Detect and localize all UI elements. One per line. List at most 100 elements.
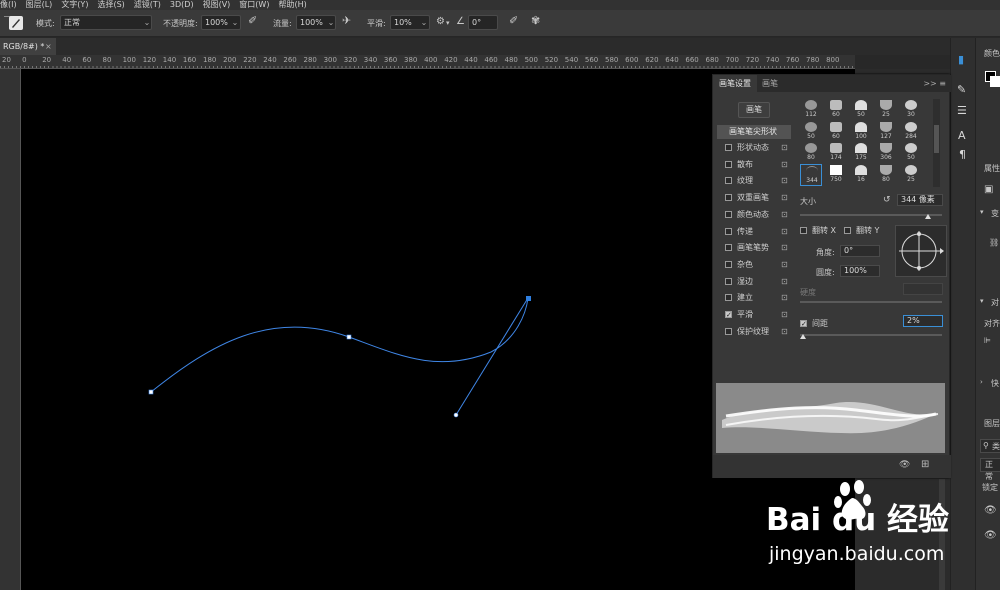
brush-tip-cell[interactable]: 30 [900,99,922,121]
checkbox[interactable] [725,244,732,252]
character-icon[interactable]: A [958,129,966,142]
checkbox[interactable] [725,227,732,235]
brush-tip-cell[interactable]: 112 [800,99,822,121]
chevron-down-icon[interactable]: ⌄ [230,15,240,30]
brush-option-item[interactable]: 散布 ⊡ [725,158,795,171]
spacing-slider[interactable] [800,334,942,336]
checkbox[interactable] [725,327,732,335]
checkbox[interactable] [800,227,807,234]
lock-icon[interactable]: ⊡ [781,191,788,204]
checkbox[interactable] [725,277,732,285]
new-brush-icon[interactable]: ⊞ [921,459,929,470]
align-left-icon[interactable]: ⊫ [984,336,991,345]
chevron-right-icon[interactable]: › [980,378,983,386]
create-brush-visibility-icon[interactable]: 👁 [899,460,910,470]
brush-tip-cell[interactable]: 50 [850,99,872,121]
anchor-point[interactable] [148,389,154,395]
sliders-icon[interactable]: ☰ [957,104,967,117]
brush-tip-cell[interactable]: 25 [875,99,897,121]
background-color-swatch[interactable] [990,76,1000,87]
brush-tip-cell[interactable]: 100 [850,121,872,143]
pressure-size-icon[interactable]: ✐ [509,13,518,28]
scroll-thumb[interactable] [934,125,939,153]
tab-brushes[interactable]: 画笔 [762,75,778,92]
lock-icon[interactable]: ⊡ [781,141,788,154]
menu-item[interactable]: 文字(Y) [61,0,88,10]
brush-grid-scrollbar[interactable] [933,99,940,187]
checkbox[interactable] [725,160,732,168]
curve-segment[interactable] [150,297,529,393]
pressure-opacity-icon[interactable]: ✐ [248,13,257,28]
brush-tip-cell[interactable]: 80 [875,164,897,186]
brush-angle-input[interactable]: 0° [840,245,880,257]
lock-icon[interactable]: ⊡ [781,225,788,238]
brush-tip-shape-item[interactable]: 画笔笔尖形状 [717,125,791,139]
hardness-slider[interactable] [800,301,942,303]
reset-icon[interactable]: ↺ [883,195,891,205]
brush-tip-cell[interactable]: 60 [825,99,847,121]
angle-roundness-widget[interactable] [895,225,947,277]
brush-tip-cell[interactable]: 25 [900,164,922,186]
flip-x-checkbox[interactable]: 翻转 X [800,224,850,237]
brush-option-item[interactable]: 湿边 ⊡ [725,275,795,288]
brush-tip-cell[interactable]: 306 [875,142,897,164]
size-slider-knob[interactable] [924,214,931,219]
menu-item[interactable]: 帮助(H) [278,0,306,10]
chevron-down-icon[interactable]: ⌄ [326,15,336,30]
lock-icon[interactable]: ⊡ [781,174,788,187]
eye-icon[interactable]: 👁 [984,505,997,516]
checkbox[interactable] [725,177,732,185]
lock-icon[interactable]: ⊡ [781,258,788,271]
checkbox[interactable] [725,260,732,268]
properties-panel-title[interactable]: 属性 [984,163,1000,174]
layer-filter-field[interactable]: ⚲ 类 [980,439,1000,453]
angle-input[interactable]: 0° [468,15,498,30]
lock-icon[interactable]: ⊡ [781,308,788,321]
brush-settings-icon[interactable]: ✎ [957,83,966,96]
brush-tip-cell[interactable]: 16 [850,164,872,186]
spacing-slider-knob[interactable] [799,334,806,339]
lock-icon[interactable]: ⊡ [781,208,788,221]
chevron-down-icon[interactable]: ▾ [446,16,450,31]
menu-item[interactable]: 窗口(W) [239,0,269,10]
brush-option-item[interactable]: 保护纹理 ⊡ [725,325,795,338]
chevron-down-icon[interactable]: ⌄ [142,15,152,30]
flip-y-checkbox[interactable]: 翻转 Y [844,224,894,237]
direction-handle-point[interactable] [453,412,459,418]
menu-item[interactable]: 视图(V) [203,0,231,10]
brush-tip-cell[interactable]: 284 [900,121,922,143]
checkbox[interactable] [725,210,732,218]
lock-icon[interactable]: ⊡ [781,291,788,304]
lock-icon[interactable]: ⊡ [781,275,788,288]
menu-item[interactable]: 图层(L) [26,0,53,10]
selected-anchor-point[interactable] [526,296,531,301]
blend-mode-select[interactable]: 正常 [980,458,1000,481]
lock-icon[interactable]: ⊡ [781,158,788,171]
checkbox[interactable] [725,309,732,322]
eye-icon[interactable]: 👁 [984,530,997,541]
checkbox[interactable] [725,144,732,151]
paragraph-icon[interactable]: ¶ [959,148,966,161]
chevron-down-icon[interactable]: ▾ [980,208,984,216]
brush-option-item[interactable]: 传递 ⊡ [725,225,795,238]
menu-item[interactable]: 3D(D) [170,0,194,10]
mode-select[interactable]: 正常 [60,15,152,30]
spacing-checkbox[interactable]: 间距 [800,317,840,331]
menu-item[interactable]: 滤镜(T) [134,0,161,10]
brush-tip-cell[interactable]: 60 [825,121,847,143]
brush-option-item[interactable]: 建立 ⊡ [725,291,795,304]
brush-option-item[interactable]: 平滑 ⊡ [725,308,795,322]
brush-option-item[interactable]: 画笔笔势 ⊡ [725,241,795,254]
chevron-down-icon[interactable]: ⌄ [419,15,429,30]
brush-tip-cell[interactable]: 50 [900,142,922,164]
hardness-input[interactable] [903,283,943,295]
link-icon[interactable]: ⛓ [989,238,999,247]
checkbox[interactable] [725,194,732,202]
chevron-down-icon[interactable]: ▾ [980,297,984,305]
panel-dock-icon[interactable]: ▮ [958,53,964,66]
brush-option-item[interactable]: 双重画笔 ⊡ [725,191,795,204]
close-icon[interactable]: × [45,38,52,55]
brush-option-item[interactable]: 杂色 ⊡ [725,258,795,271]
menu-item[interactable]: 像(I) [0,0,17,10]
roundness-input[interactable]: 100% [840,265,880,277]
